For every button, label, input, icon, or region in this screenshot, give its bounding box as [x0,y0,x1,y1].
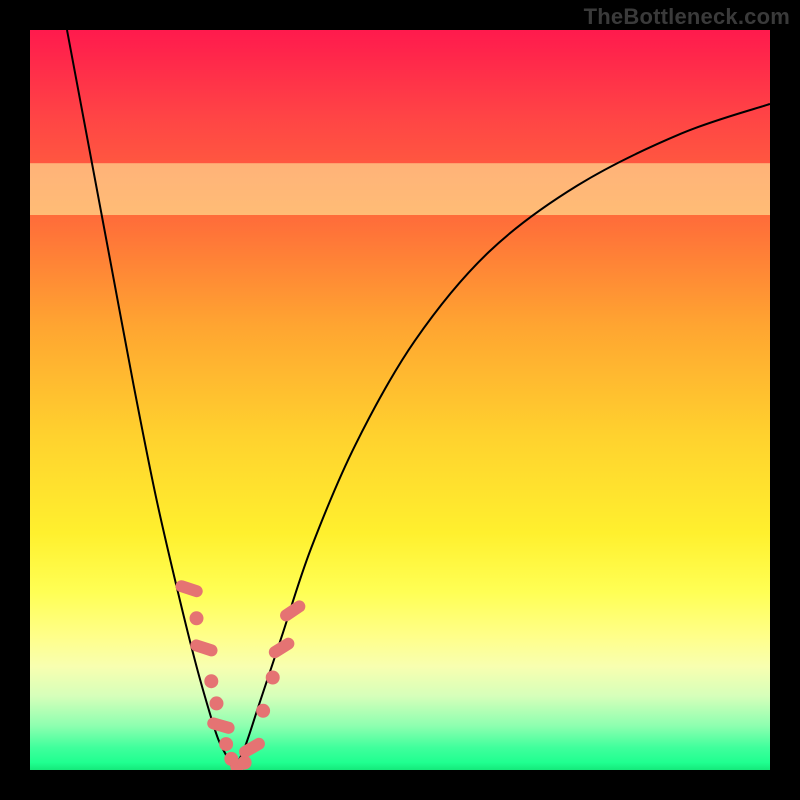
data-marker [206,716,236,735]
data-marker [237,736,267,760]
brand-watermark: TheBottleneck.com [584,4,790,30]
data-marker [219,737,233,751]
data-marker [204,674,218,688]
data-marker [190,611,204,625]
data-marker [256,704,270,718]
data-marker [209,696,223,710]
plot-area [30,30,770,770]
highlight-band [30,163,770,215]
data-marker [266,671,280,685]
curve-left-branch [67,30,234,770]
chart-svg [30,30,770,770]
chart-frame: TheBottleneck.com [0,0,800,800]
